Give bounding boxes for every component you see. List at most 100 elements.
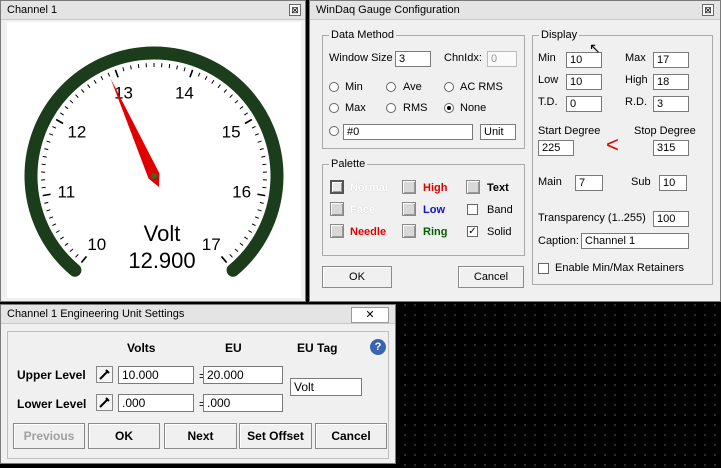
expression-input[interactable]: #0 (343, 124, 473, 140)
swatch-face[interactable] (330, 202, 344, 216)
palette-ring-label: Ring (423, 226, 448, 238)
sub-input[interactable]: 10 (659, 175, 687, 191)
lower-volts-input[interactable]: .000 (118, 394, 194, 412)
radio-min[interactable] (329, 82, 339, 92)
swatch-high[interactable] (402, 180, 416, 194)
radio-expression[interactable] (329, 126, 339, 136)
gauge-minor-tick (64, 106, 69, 110)
gauge-tick-label: 12 (67, 123, 86, 142)
gauge-minor-tick (239, 106, 244, 110)
gauge-major-tick (220, 255, 228, 264)
gauge-minor-tick (259, 148, 264, 151)
max-input[interactable]: 17 (653, 52, 689, 68)
gauge-minor-tick (122, 67, 125, 72)
gauge-minor-tick (244, 236, 248, 240)
previous-button[interactable]: Previous (13, 423, 85, 449)
swatch-ring[interactable] (402, 224, 416, 238)
gauge-minor-tick (244, 112, 248, 116)
radio-rms-label: RMS (403, 102, 428, 114)
gauge-minor-tick (197, 72, 201, 77)
low-input[interactable]: 10 (566, 74, 602, 90)
caption-input[interactable]: Channel 1 (581, 233, 689, 249)
gauge-major-tick (114, 69, 119, 78)
solid-checkbox[interactable]: ✓ (467, 226, 478, 237)
swatch-needle[interactable] (330, 224, 344, 238)
lower-level-label: Lower Level (17, 397, 87, 411)
gauge-minor-tick (52, 223, 57, 226)
gauge-minor-tick (257, 140, 262, 143)
palette-needle-label: Needle (350, 226, 387, 238)
gauge-minor-tick (93, 79, 97, 84)
palette-text-label: Text (487, 182, 509, 194)
close-icon[interactable]: ⊠ (702, 4, 714, 16)
td-input[interactable]: 0 (566, 96, 602, 112)
td-label: T.D. (538, 96, 558, 108)
rd-input[interactable]: 3 (653, 96, 689, 112)
radio-min-label: Min (345, 81, 363, 93)
swatch-low[interactable] (402, 202, 416, 216)
gauge-minor-tick (44, 201, 49, 204)
gauge-minor-tick (130, 65, 132, 70)
eyedropper-icon[interactable] (96, 366, 113, 383)
start-degree-input[interactable]: 225 (538, 140, 574, 156)
min-label: Min (538, 52, 556, 64)
gauge-minor-tick (60, 112, 64, 116)
eu-ok-button[interactable]: OK (88, 423, 160, 449)
scope-grid-background (400, 300, 721, 468)
config-cancel-button[interactable]: Cancel (458, 266, 524, 288)
eyedropper-icon[interactable] (96, 394, 113, 411)
help-icon[interactable]: ? (370, 339, 386, 355)
gauge-minor-tick (251, 223, 256, 226)
retainers-checkbox[interactable] (538, 263, 549, 274)
gauge-minor-tick (176, 65, 178, 70)
sub-label: Sub (631, 176, 651, 188)
chnidx-input[interactable]: 0 (487, 51, 517, 67)
eu-titlebar: Channel 1 Engineering Unit Settings ✕ (1, 305, 395, 324)
gauge-minor-tick (75, 94, 79, 98)
gauge-hub (151, 173, 157, 179)
next-button[interactable]: Next (164, 423, 237, 449)
palette-group: Palette Normal High Text Face Low Band N… (322, 158, 525, 256)
eu-cancel-button[interactable]: Cancel (315, 423, 387, 449)
gauge-minor-tick (248, 230, 253, 233)
transparency-input[interactable]: 100 (653, 211, 689, 227)
upper-volts-input[interactable]: 10.000 (118, 366, 194, 384)
swatch-normal[interactable] (330, 180, 344, 194)
radio-acrms[interactable] (444, 82, 454, 92)
radio-none[interactable] (444, 103, 454, 113)
gauge-minor-tick (259, 201, 264, 204)
radio-ave[interactable] (386, 82, 396, 92)
swatch-text[interactable] (466, 180, 480, 194)
gauge-minor-tick (251, 126, 256, 129)
main-input[interactable]: 7 (575, 175, 603, 191)
config-ok-button[interactable]: OK (322, 266, 392, 288)
unit-input[interactable]: Unit (480, 124, 516, 140)
gauge-minor-tick (217, 84, 221, 89)
close-icon[interactable]: ⊠ (289, 4, 301, 16)
radio-max[interactable] (329, 103, 339, 113)
band-label: Band (487, 204, 513, 216)
high-input[interactable]: 18 (653, 74, 689, 90)
gauge-tick-label: 15 (222, 123, 241, 142)
radio-rms[interactable] (386, 103, 396, 113)
set-offset-button[interactable]: Set Offset (239, 423, 312, 449)
gauge-tick-label: 11 (58, 182, 76, 201)
gauge-minor-tick (69, 248, 74, 252)
gauge-major-tick (244, 118, 253, 125)
gauge-minor-tick (137, 64, 140, 69)
upper-eu-input[interactable]: 20.000 (203, 366, 283, 384)
gauge-minor-tick (55, 230, 60, 233)
config-title: WinDaq Gauge Configuration (316, 4, 460, 16)
band-checkbox[interactable] (467, 204, 478, 215)
gauge-tick-label: 14 (175, 83, 194, 102)
gauge-tick-label: 16 (232, 182, 251, 201)
eu-tag-input[interactable]: Volt (290, 378, 362, 396)
stop-degree-input[interactable]: 315 (653, 140, 689, 156)
col-eu: EU (225, 341, 242, 355)
low-label: Low (538, 74, 559, 86)
palette-high-label: High (423, 182, 448, 194)
upper-level-label: Upper Level (17, 368, 86, 382)
close-icon[interactable]: ✕ (351, 307, 389, 323)
window-size-input[interactable]: 3 (395, 51, 431, 67)
lower-eu-input[interactable]: .000 (203, 394, 283, 412)
